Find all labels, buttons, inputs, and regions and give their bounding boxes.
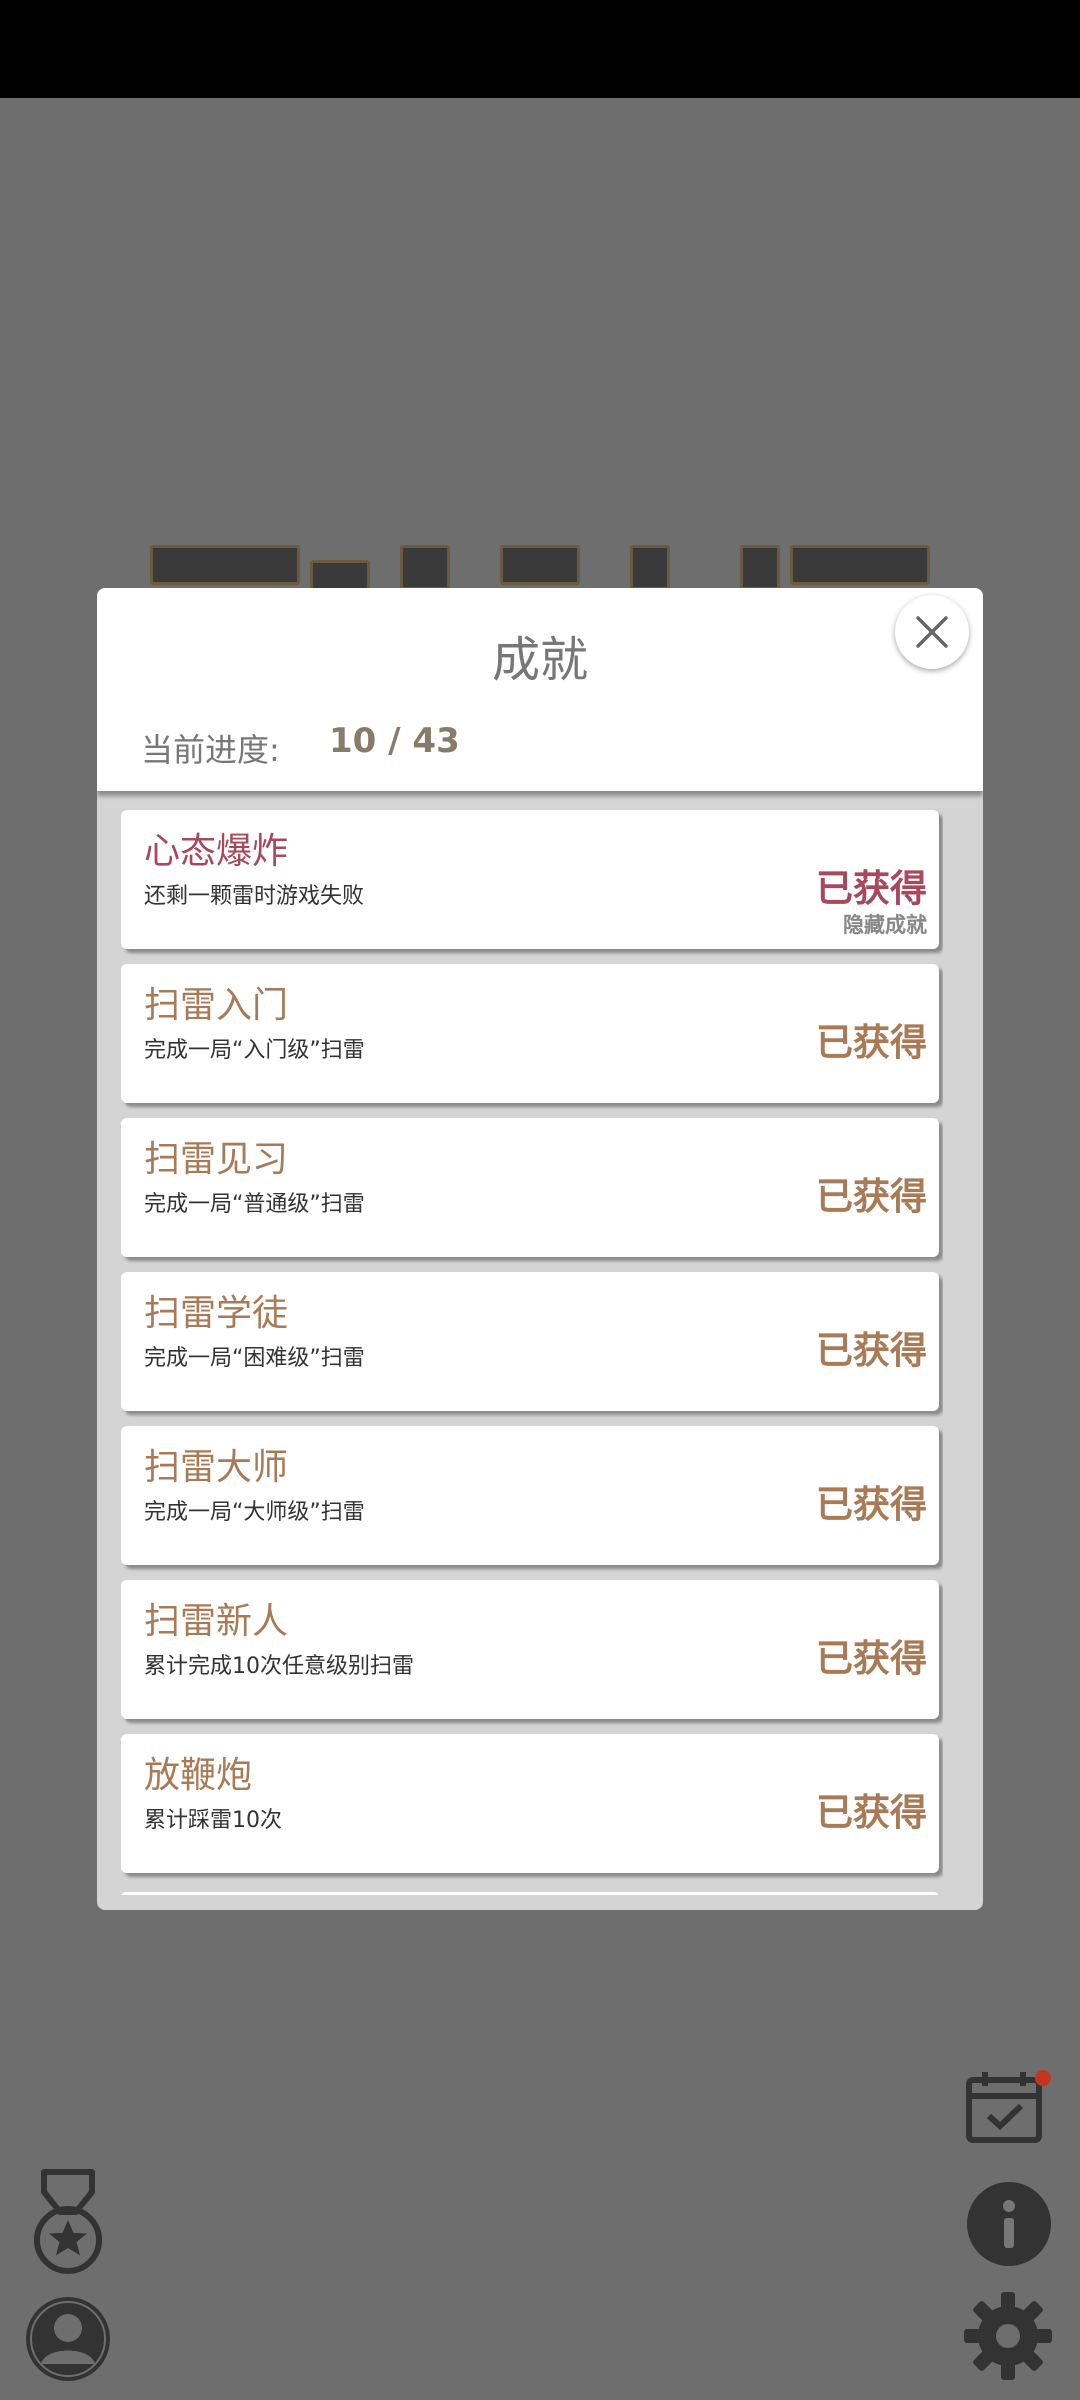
achievement-list[interactable]: 心态爆炸 还剩一颗雷时游戏失败 已获得 隐藏成就 扫雷入门 完成一局“入门级”扫… (121, 810, 943, 1895)
achievement-description: 累计完成10次任意级别扫雷 (144, 1654, 414, 1679)
achievement-status: 已获得 (816, 1175, 927, 1218)
achievement-card[interactable]: 扫雷新人 累计完成10次任意级别扫雷 已获得 (121, 1580, 939, 1719)
achievement-status: 已获得 (816, 1329, 927, 1372)
achievement-description: 完成一局“大师级”扫雷 (144, 1500, 365, 1525)
achievement-card[interactable]: 放鞭炮 累计踩雷10次 已获得 (121, 1734, 939, 1873)
achievement-title: 扫雷见习 (144, 1139, 289, 1180)
achievement-description: 完成一局“困难级”扫雷 (144, 1346, 365, 1371)
achievement-title: 扫雷入门 (144, 985, 289, 1026)
achievement-card[interactable]: 心态爆炸 还剩一颗雷时游戏失败 已获得 隐藏成就 (121, 810, 939, 949)
next-card-peek (121, 1892, 939, 1895)
achievement-card[interactable]: 扫雷学徒 完成一局“困难级”扫雷 已获得 (121, 1272, 939, 1411)
gear-icon (962, 2290, 1054, 2382)
achievement-description: 累计踩雷10次 (144, 1808, 282, 1833)
info-button[interactable] (965, 2180, 1053, 2268)
achievement-status: 已获得 (816, 1483, 927, 1526)
achievement-status: 已获得 (816, 867, 927, 910)
achievement-status: 已获得 (816, 1791, 927, 1834)
achievement-card[interactable]: 扫雷大师 完成一局“大师级”扫雷 已获得 (121, 1426, 939, 1565)
achievement-title: 扫雷学徒 (144, 1293, 289, 1334)
achievements-button[interactable] (28, 2168, 108, 2278)
settings-button[interactable] (962, 2290, 1054, 2382)
dialog-title: 成就 (491, 632, 588, 688)
achievement-status: 已获得 (816, 1021, 927, 1064)
daily-checkin-button[interactable] (965, 2068, 1055, 2148)
progress-value: 10 / 43 (329, 721, 460, 761)
achievement-title: 扫雷新人 (144, 1601, 289, 1642)
calendar-check-icon (965, 2068, 1055, 2148)
avatar-icon (23, 2294, 113, 2384)
achievement-title: 放鞭炮 (144, 1755, 253, 1796)
achievement-status: 已获得 (816, 1637, 927, 1680)
achievement-title: 心态爆炸 (144, 831, 289, 872)
achievement-card[interactable]: 扫雷入门 完成一局“入门级”扫雷 已获得 (121, 964, 939, 1103)
profile-button[interactable] (23, 2294, 113, 2384)
achievement-card[interactable]: 扫雷见习 完成一局“普通级”扫雷 已获得 (121, 1118, 939, 1257)
achievement-description: 还剩一颗雷时游戏失败 (144, 884, 365, 909)
close-icon (912, 612, 952, 652)
hidden-achievement-tag: 隐藏成就 (843, 913, 927, 937)
achievement-description: 完成一局“入门级”扫雷 (144, 1038, 365, 1063)
achievements-dialog: 成就 当前进度: 10 / 43 心态爆炸 还剩一颗雷时游戏失败 已获得 隐藏成… (97, 588, 983, 1910)
status-bar (0, 0, 1080, 98)
achievement-description: 完成一局“普通级”扫雷 (144, 1192, 365, 1217)
close-button[interactable] (895, 595, 969, 669)
info-icon (965, 2180, 1053, 2268)
medal-icon (28, 2168, 108, 2278)
achievement-title: 扫雷大师 (144, 1447, 289, 1488)
progress-label: 当前进度: (141, 731, 280, 769)
dialog-header: 成就 当前进度: 10 / 43 (97, 588, 983, 791)
